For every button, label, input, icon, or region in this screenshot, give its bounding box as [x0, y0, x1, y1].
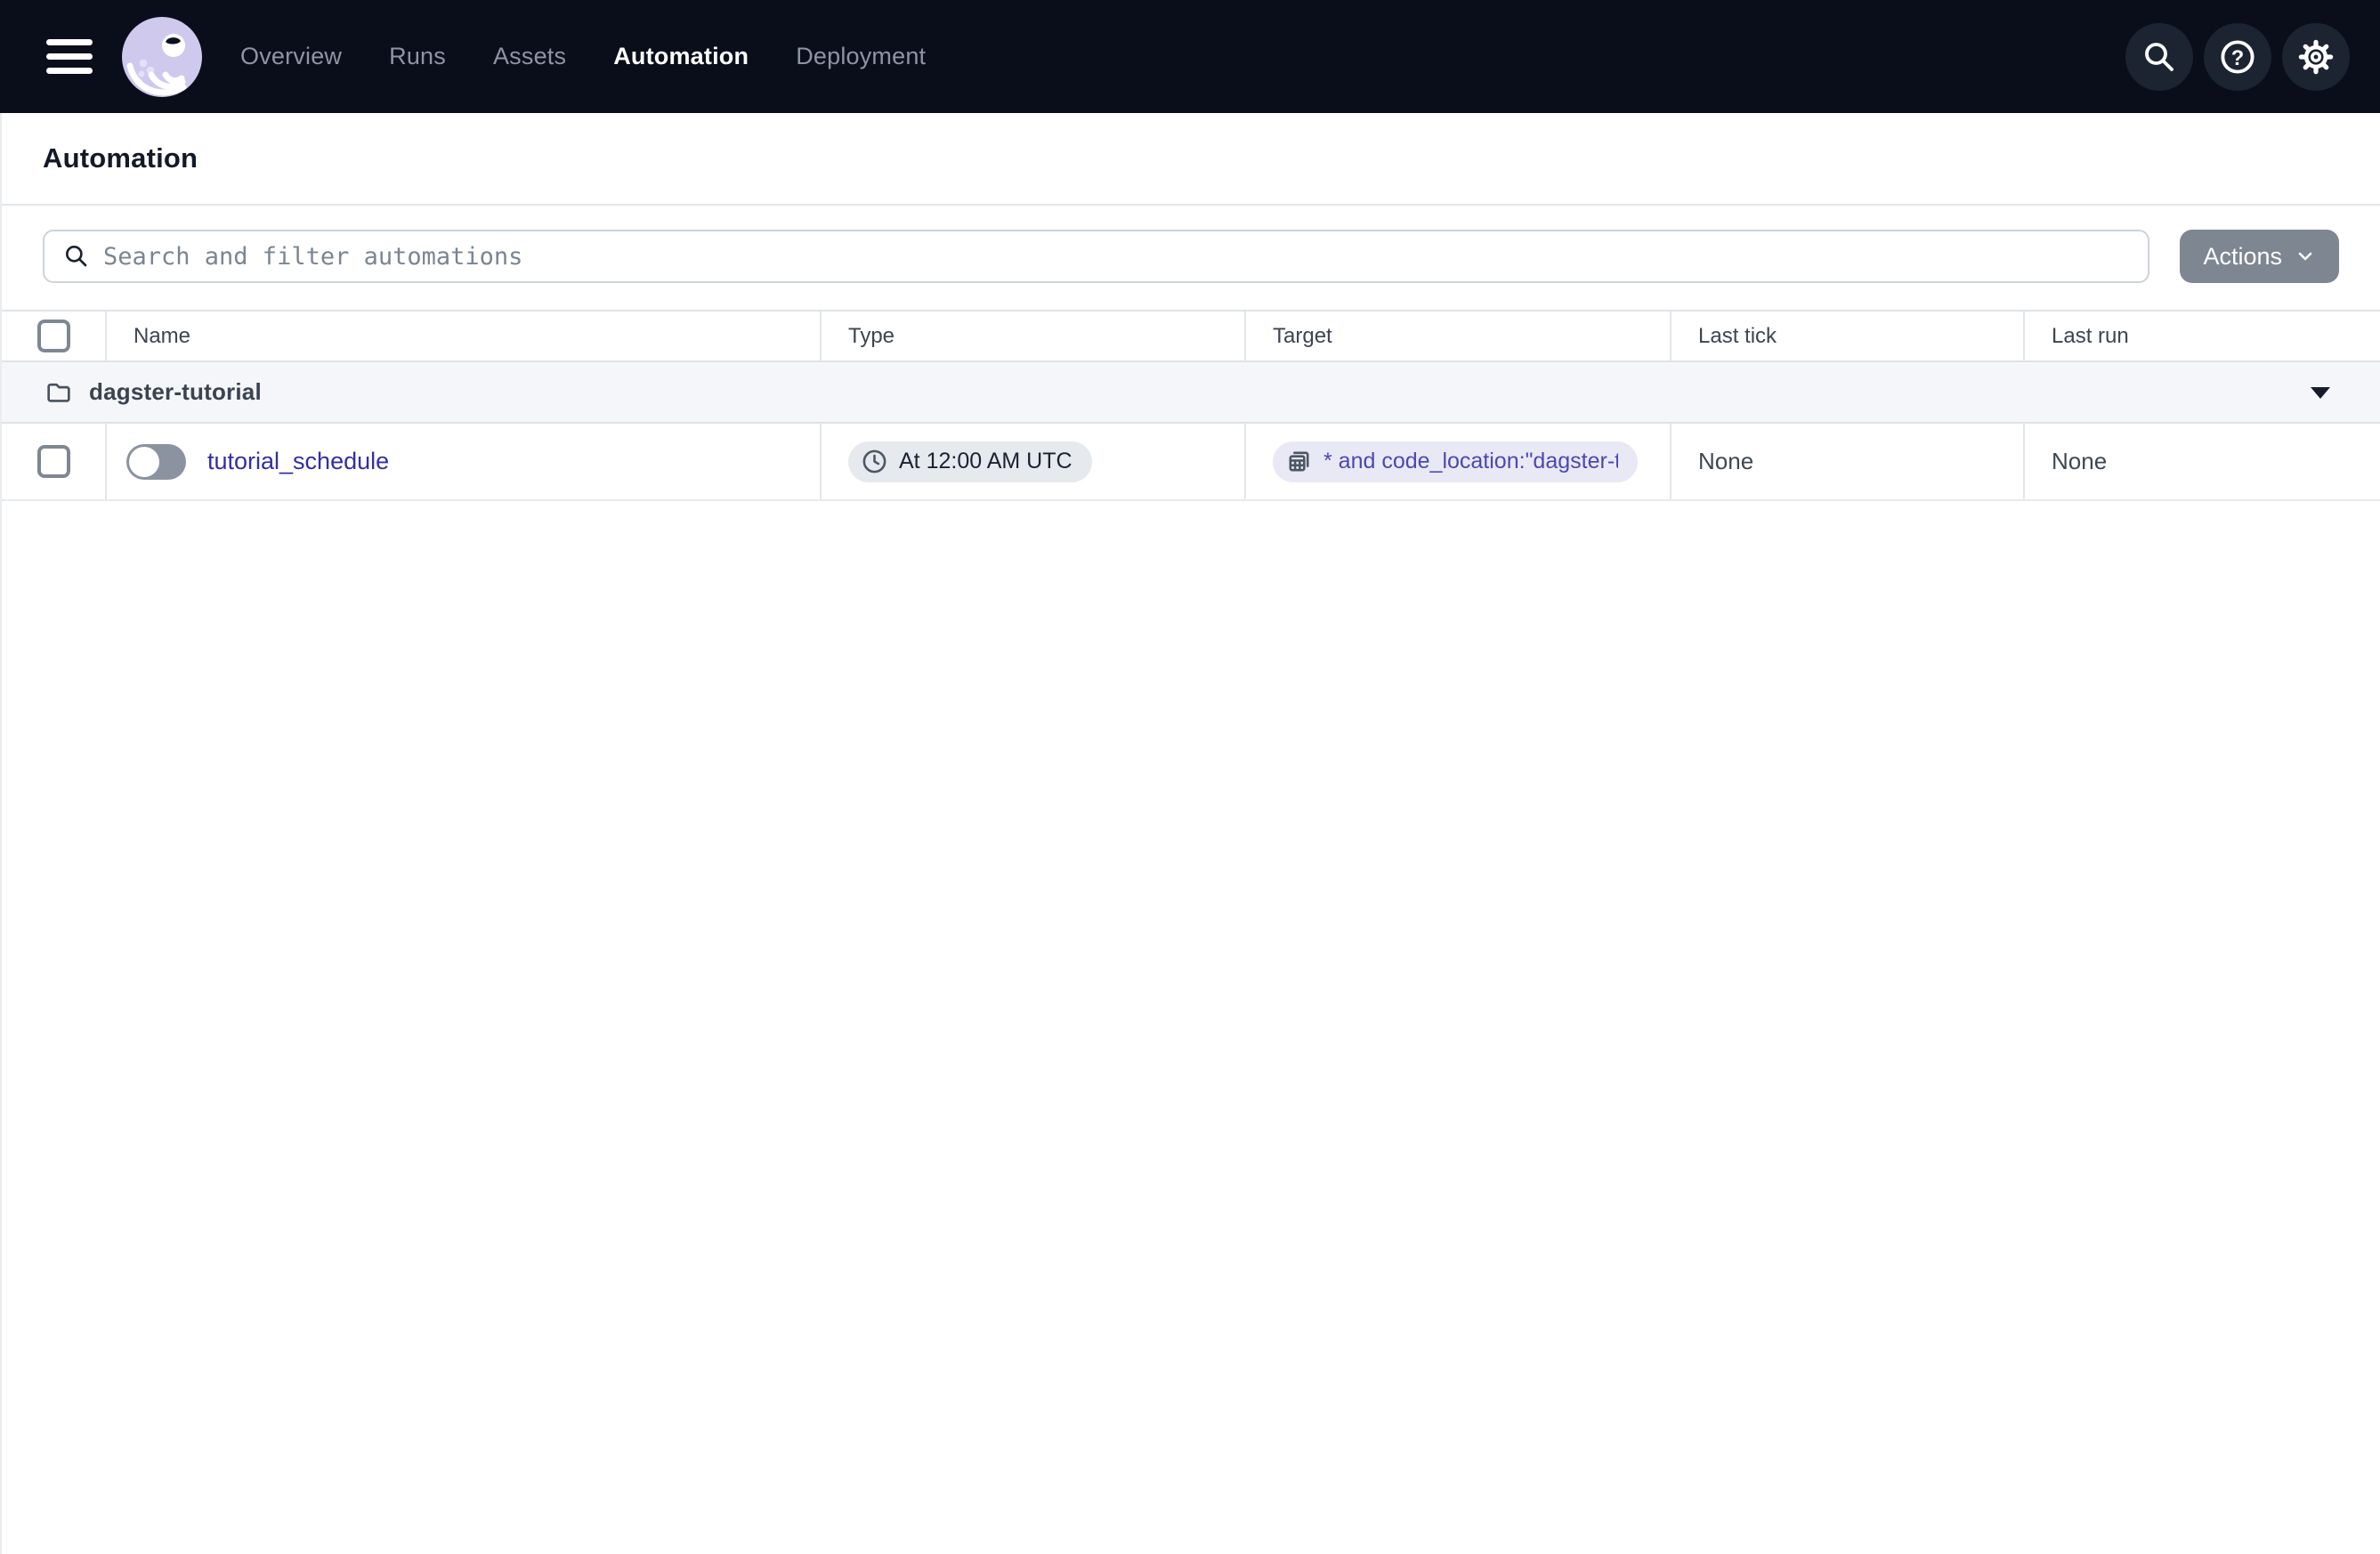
group-name: dagster-tutorial [89, 378, 262, 405]
help-icon: ? [2221, 39, 2255, 74]
top-nav-actions: ? [2125, 22, 2350, 91]
target-text: * and code_location:"dagster-tut [1324, 449, 1618, 473]
search-icon [2145, 42, 2174, 71]
actions-button-label: Actions [2203, 242, 2282, 270]
settings-icon [2298, 39, 2334, 74]
dagster-logo[interactable] [121, 16, 203, 98]
select-all-checkbox[interactable] [36, 320, 70, 352]
folder-icon [47, 383, 70, 402]
page-content: Automation Actions Name Type Target Last [0, 113, 2380, 1554]
nav-item-overview[interactable]: Overview [240, 43, 342, 70]
nav-item-assets[interactable]: Assets [493, 43, 566, 70]
filter-toolbar: Actions [2, 206, 2380, 310]
name-cell: tutorial_schedule [107, 424, 822, 499]
type-cell: At 12:00 AM UTC [822, 424, 1246, 499]
row-checkbox[interactable] [36, 445, 70, 478]
automation-row: tutorial_schedule At 12:00 AM UTC * and … [2, 424, 2380, 501]
nav-item-runs[interactable]: Runs [389, 43, 446, 70]
nav-item-automation[interactable]: Automation [613, 43, 749, 70]
last-tick-value: None [1698, 448, 1754, 474]
schedule-type-pill: At 12:00 AM UTC [848, 441, 1092, 482]
last-run-value: None [2052, 448, 2108, 474]
last-tick-cell: None [1672, 424, 2025, 499]
target-cell: * and code_location:"dagster-tut [1246, 424, 1672, 499]
search-input[interactable] [103, 242, 2131, 271]
column-header-name: Name [107, 312, 822, 360]
column-header-type: Type [822, 312, 1246, 360]
table-header-row: Name Type Target Last tick Last run [2, 312, 2380, 362]
help-button[interactable]: ? [2204, 22, 2271, 91]
global-search-button[interactable] [2125, 22, 2193, 91]
page-header: Automation [2, 113, 2380, 206]
search-icon [66, 246, 87, 267]
primary-nav: Overview Runs Assets Automation Deployme… [240, 43, 926, 70]
code-location-group-row[interactable]: dagster-tutorial [2, 362, 2380, 424]
schedule-type-text: At 12:00 AM UTC [899, 449, 1073, 473]
collapse-caret-icon[interactable] [2311, 386, 2330, 399]
target-pill: * and code_location:"dagster-tut [1273, 441, 1638, 482]
toggle-knob [129, 446, 159, 477]
actions-button[interactable]: Actions [2180, 230, 2339, 283]
nav-item-deployment[interactable]: Deployment [796, 43, 926, 70]
settings-button[interactable] [2282, 22, 2350, 91]
select-all-cell [2, 312, 107, 360]
automations-table: Name Type Target Last tick Last run dags… [2, 310, 2380, 501]
column-header-target: Target [1246, 312, 1672, 360]
last-run-cell: None [2025, 424, 2380, 499]
chevron-down-icon [2298, 252, 2312, 261]
hamburger-menu-icon[interactable] [46, 39, 93, 74]
column-header-last-run: Last run [2052, 323, 2129, 348]
automation-name-link[interactable]: tutorial_schedule [207, 448, 389, 475]
top-navigation-bar: Overview Runs Assets Automation Deployme… [0, 0, 2380, 113]
asset-selection-icon [1289, 451, 1309, 472]
schedule-toggle[interactable] [126, 443, 186, 480]
clock-icon [862, 449, 886, 473]
row-select-cell [2, 424, 107, 499]
column-header-last-tick: Last tick [1672, 312, 2025, 360]
page-title: Automation [43, 142, 198, 174]
search-box [43, 230, 2150, 283]
svg-text:?: ? [2231, 46, 2244, 69]
